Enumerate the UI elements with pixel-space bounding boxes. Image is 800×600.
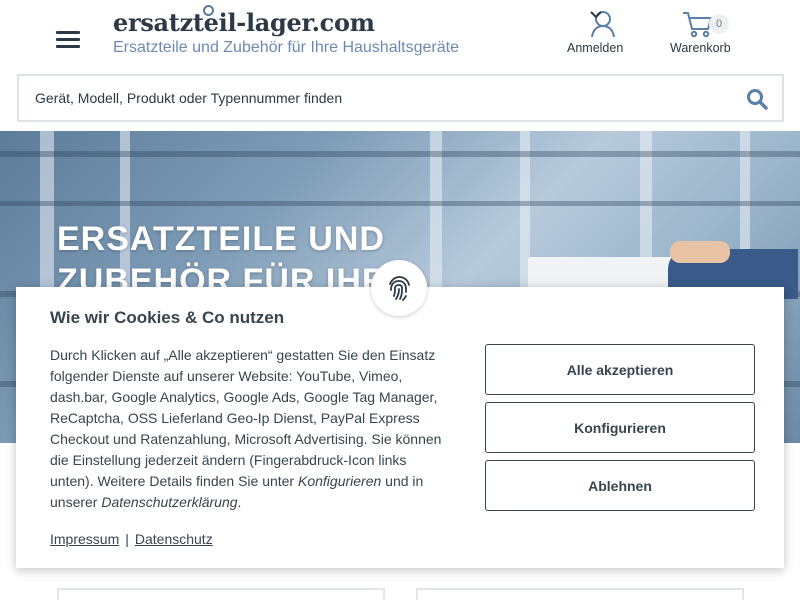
- configure-button[interactable]: Konfigurieren: [485, 402, 755, 453]
- cart-button[interactable]: 0 Warenkorb: [668, 8, 732, 60]
- content-card: [57, 588, 385, 600]
- site-logo[interactable]: ersatzteil-lager.com: [113, 8, 375, 37]
- decline-button[interactable]: Ablehnen: [485, 460, 755, 511]
- search-input[interactable]: [35, 76, 725, 120]
- fingerprint-icon: [389, 276, 410, 301]
- account-label: Anmelden: [567, 41, 624, 55]
- accept-all-button[interactable]: Alle akzeptieren: [485, 344, 755, 395]
- content-card: [416, 588, 744, 600]
- cookie-description: Durch Klicken auf „Alle akzeptieren“ ges…: [50, 347, 442, 510]
- link-separator: |: [125, 531, 129, 547]
- cookie-settings-button[interactable]: [371, 260, 427, 316]
- cart-label: Warenkorb: [670, 41, 731, 55]
- imprint-link[interactable]: Impressum: [50, 531, 119, 547]
- chevron-down-icon: [590, 11, 602, 19]
- cookie-consent-dialog: Wie wir Cookies & Co nutzen Durch Klicke…: [16, 287, 784, 568]
- site-tagline: Ersatzteile und Zubehör für Ihre Haushal…: [113, 39, 459, 56]
- cart-count-badge: 0: [709, 14, 729, 34]
- search-icon[interactable]: [746, 88, 768, 110]
- search-bar: [17, 74, 784, 122]
- site-header: ersatzteil-lager.com Ersatzteile und Zub…: [0, 0, 800, 74]
- technician-arm-image: [670, 241, 730, 263]
- hero-title-line1: ERSATZTEILE UND: [57, 220, 385, 258]
- cookie-footer-links: Impressum | Datenschutz: [50, 531, 213, 547]
- privacy-link[interactable]: Datenschutz: [135, 531, 213, 547]
- menu-icon[interactable]: [56, 31, 80, 49]
- cookie-title: Wie wir Cookies & Co nutzen: [50, 308, 285, 327]
- logo-gear-icon: [203, 5, 214, 16]
- account-button[interactable]: Anmelden: [564, 8, 640, 60]
